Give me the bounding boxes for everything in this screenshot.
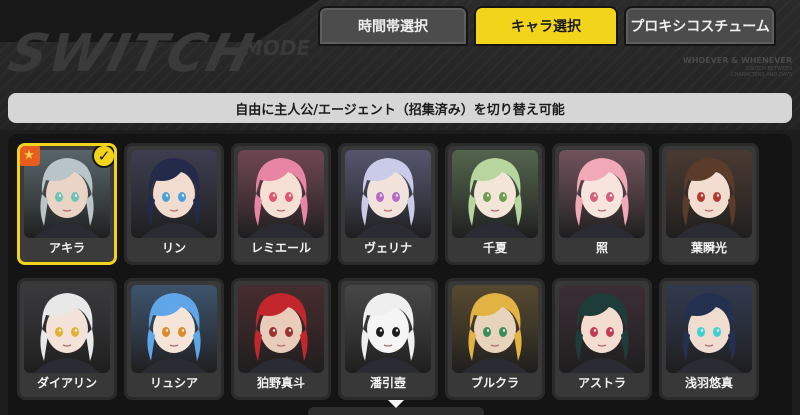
character-name: ヴェリナ — [363, 241, 412, 255]
character-name: アキラ — [48, 241, 85, 255]
check-icon: ✓ — [92, 146, 114, 168]
character-name: 浅羽悠真 — [684, 376, 733, 390]
character-portrait — [345, 150, 431, 238]
character-card[interactable]: 潘引壺 — [338, 278, 438, 400]
character-card[interactable]: ブルクラ — [445, 278, 545, 400]
character-name: ダイアリン — [36, 376, 97, 390]
character-card[interactable]: 葉瞬光 — [659, 143, 759, 265]
corner-title: WHOEVER & WHENEVER — [682, 56, 792, 65]
character-portrait — [559, 285, 645, 373]
character-portrait — [666, 285, 752, 373]
star-icon: ★ — [20, 146, 40, 166]
character-name: 照 — [595, 241, 608, 255]
character-name: レミエール — [250, 241, 311, 255]
character-name: 潘引壺 — [369, 376, 406, 390]
character-name: 葉瞬光 — [690, 241, 727, 255]
character-portrait — [24, 285, 110, 373]
character-portrait — [131, 150, 217, 238]
mode-tabs: 時間帯選択 キャラ選択 プロキシコスチューム — [318, 6, 776, 46]
tab-time-select[interactable]: 時間帯選択 — [318, 6, 468, 46]
character-card[interactable]: 千夏 — [445, 143, 545, 265]
character-card[interactable]: レミエール — [231, 143, 331, 265]
tab-character-select[interactable]: キャラ選択 — [474, 6, 618, 46]
character-card[interactable]: アキラ ★ ✓ — [17, 143, 117, 265]
character-portrait — [666, 150, 752, 238]
character-portrait — [238, 285, 324, 373]
character-name: アストラ — [577, 376, 626, 390]
character-portrait — [238, 150, 324, 238]
character-portrait — [345, 285, 431, 373]
character-name: 千夏 — [482, 241, 507, 255]
notice-bar: 自由に主人公/エージェント（招集済み）を切り替え可能 — [8, 93, 792, 123]
character-portrait — [452, 285, 538, 373]
character-name: ブルクラ — [470, 376, 519, 390]
character-card[interactable]: リュシア — [124, 278, 224, 400]
character-card[interactable]: ヴェリナ — [338, 143, 438, 265]
scroll-track[interactable] — [308, 407, 484, 415]
character-name: リン — [161, 241, 186, 255]
character-card[interactable]: 狛野真斗 — [231, 278, 331, 400]
corner-decoration: WHOEVER & WHENEVER SWITCH BETWEEN CHARAC… — [652, 56, 792, 78]
character-card[interactable]: ダイアリン — [17, 278, 117, 400]
character-card[interactable]: アストラ — [552, 278, 652, 400]
corner-subtitle-2: CHARACTERS AND DAYS — [731, 71, 792, 78]
character-card[interactable]: 照 — [552, 143, 652, 265]
character-name: リュシア — [149, 376, 198, 390]
chevron-down-icon[interactable] — [388, 400, 404, 408]
character-name: 狛野真斗 — [256, 376, 305, 390]
character-portrait — [559, 150, 645, 238]
mode-logo-suffix: MODE — [243, 36, 311, 60]
mode-logo: SWITCH — [2, 24, 261, 84]
tab-proxy-costume[interactable]: プロキシコスチューム — [624, 6, 776, 46]
character-card[interactable]: リン — [124, 143, 224, 265]
character-portrait — [452, 150, 538, 238]
character-portrait — [131, 285, 217, 373]
character-card[interactable]: 浅羽悠真 — [659, 278, 759, 400]
